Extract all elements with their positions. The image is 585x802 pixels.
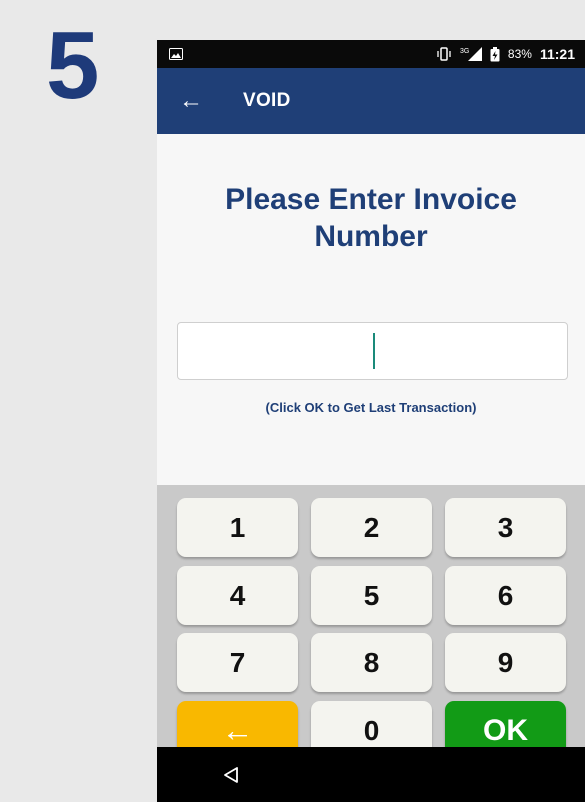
key-2[interactable]: 2 — [311, 498, 432, 557]
key-4[interactable]: 4 — [177, 566, 298, 625]
key-5[interactable]: 5 — [311, 566, 432, 625]
nav-back-icon[interactable] — [223, 766, 239, 784]
svg-text:3G: 3G — [460, 48, 469, 55]
key-6[interactable]: 6 — [445, 566, 566, 625]
prompt-line-2: Number — [314, 220, 428, 253]
prompt-line-1: Please Enter Invoice — [225, 183, 517, 216]
battery-percent: 83% — [507, 47, 532, 61]
step-number: 5 — [46, 12, 100, 119]
clock: 11:21 — [539, 46, 575, 62]
content-area: Please Enter Invoice Number (Click OK to… — [157, 134, 585, 485]
battery-charging-icon — [490, 46, 500, 62]
vibrate-icon — [436, 47, 452, 61]
text-cursor — [373, 333, 375, 369]
signal-icon: 3G — [460, 47, 482, 61]
prompt-heading: Please Enter Invoice Number — [157, 181, 585, 255]
key-1[interactable]: 1 — [177, 498, 298, 557]
android-nav-bar — [157, 747, 585, 802]
image-notification-icon — [169, 48, 183, 60]
back-arrow-icon[interactable]: ← — [179, 89, 203, 113]
numeric-keypad: 1 2 3 4 5 6 7 8 9 ← 0 OK — [157, 485, 585, 760]
page-title: VOID — [243, 90, 291, 111]
app-bar: ← VOID — [157, 68, 585, 134]
key-7[interactable]: 7 — [177, 633, 298, 692]
phone-screen: 3G 83% 11:21 ← VOID Please Enter Invoice… — [157, 40, 585, 802]
key-9[interactable]: 9 — [445, 633, 566, 692]
key-8[interactable]: 8 — [311, 633, 432, 692]
invoice-number-input[interactable] — [177, 322, 568, 380]
key-3[interactable]: 3 — [445, 498, 566, 557]
status-bar: 3G 83% 11:21 — [157, 40, 585, 68]
hint-text: (Click OK to Get Last Transaction) — [265, 400, 477, 415]
